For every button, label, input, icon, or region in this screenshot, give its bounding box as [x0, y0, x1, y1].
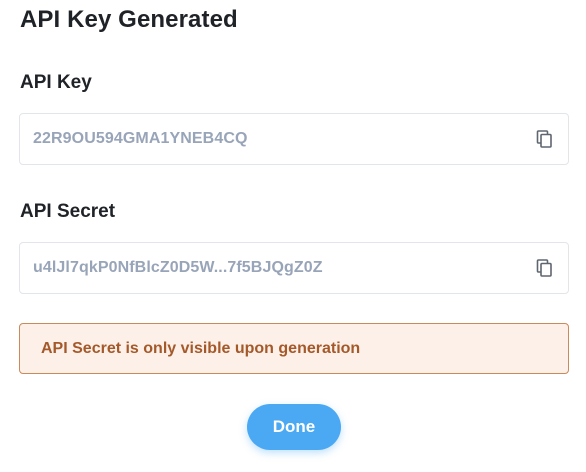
- api-key-value[interactable]: 22R9OU594GMA1YNEB4CQ: [33, 130, 248, 148]
- api-secret-label: API Secret: [20, 201, 116, 222]
- done-button[interactable]: Done: [247, 404, 341, 450]
- dialog-title: API Key Generated: [20, 6, 238, 33]
- api-key-label: API Key: [20, 72, 92, 93]
- copy-icon[interactable]: [534, 129, 554, 149]
- copy-icon[interactable]: [534, 258, 554, 278]
- api-secret-field[interactable]: u4lJl7qkP0NfBlcZ0D5W...7f5BJQgZ0Z: [19, 242, 569, 294]
- api-key-field[interactable]: 22R9OU594GMA1YNEB4CQ: [19, 113, 569, 165]
- warning-alert: API Secret is only visible upon generati…: [19, 323, 569, 374]
- alert-message: API Secret is only visible upon generati…: [41, 340, 361, 357]
- api-key-dialog: API Key Generated API Key 22R9OU594GMA1Y…: [0, 0, 586, 472]
- api-secret-value[interactable]: u4lJl7qkP0NfBlcZ0D5W...7f5BJQgZ0Z: [33, 259, 323, 277]
